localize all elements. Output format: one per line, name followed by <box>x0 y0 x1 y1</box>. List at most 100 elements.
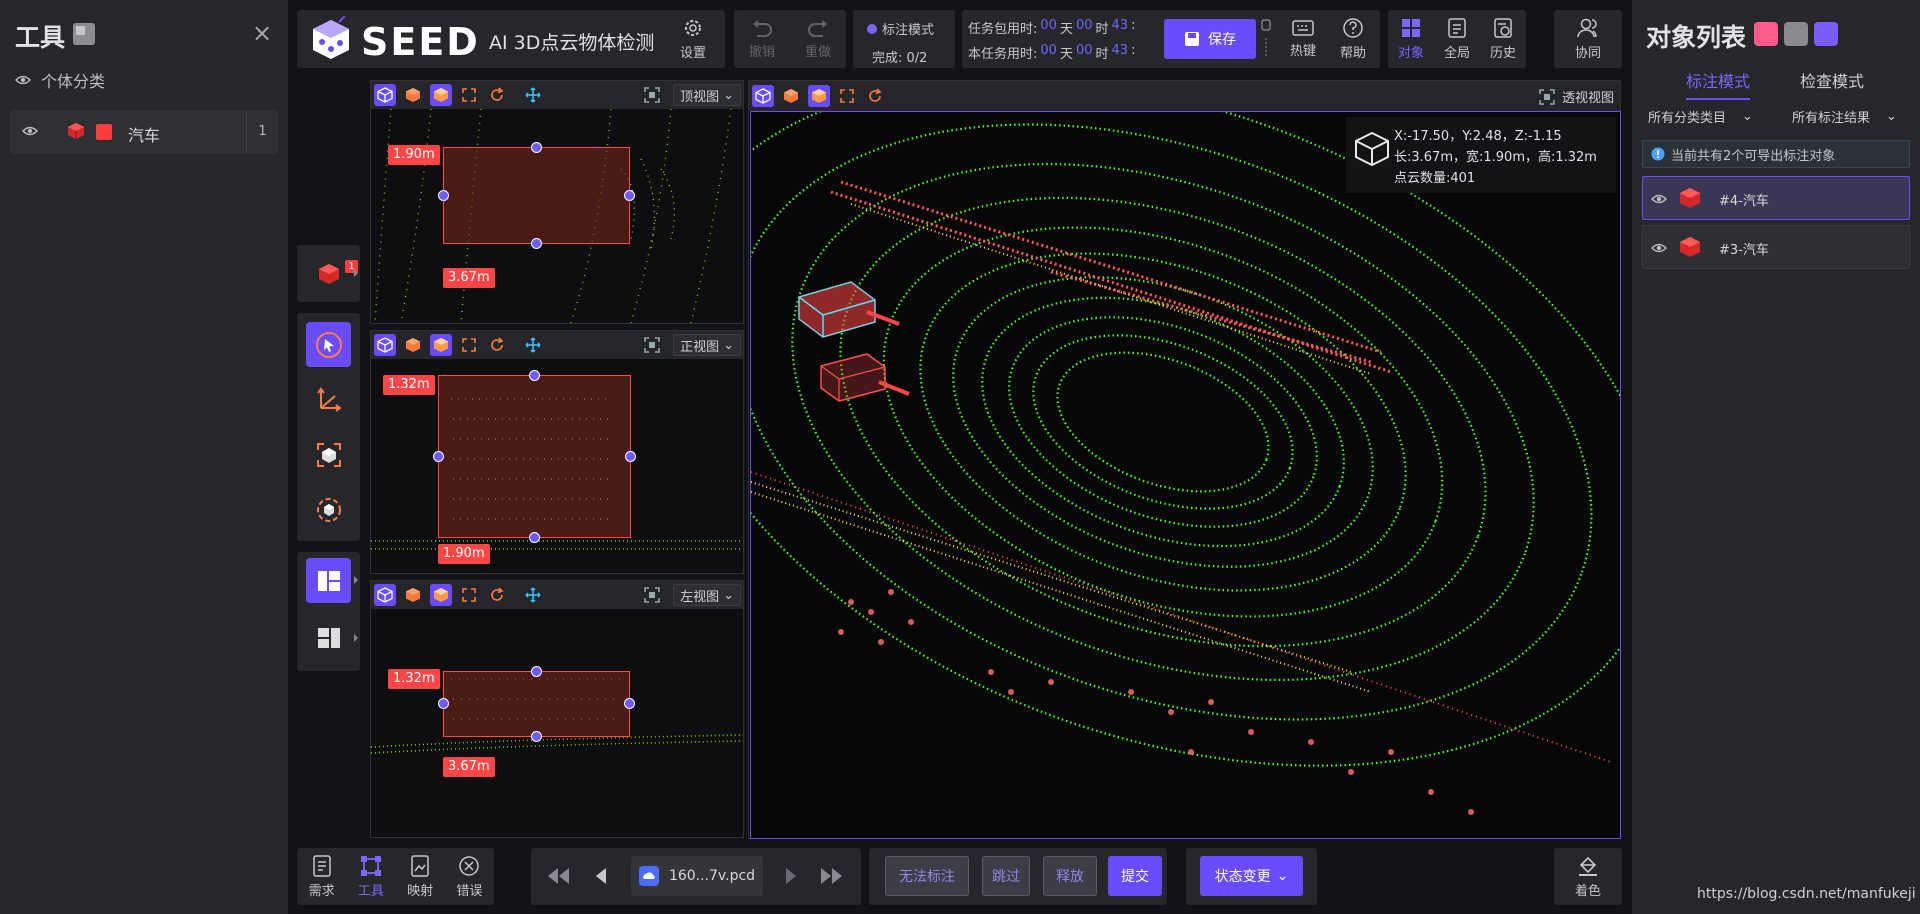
resize-handle[interactable] <box>433 451 444 462</box>
refresh-button[interactable] <box>486 334 508 356</box>
resize-handle[interactable] <box>438 698 449 709</box>
object-item[interactable]: #4-汽车 <box>1642 176 1910 220</box>
color-button[interactable]: 着色 <box>1554 848 1622 905</box>
wire-cube-button[interactable] <box>374 84 396 106</box>
category-row[interactable]: 个体分类 <box>15 69 105 91</box>
object-item[interactable]: #3-汽车 <box>1642 225 1910 269</box>
expand-arrow-icon[interactable] <box>354 576 358 584</box>
layout-b-button[interactable] <box>306 615 351 660</box>
fit-button[interactable] <box>458 334 480 356</box>
refresh-button[interactable] <box>486 584 508 606</box>
select-tool-button[interactable] <box>306 322 351 367</box>
error-button[interactable]: 错误 <box>456 855 482 899</box>
first-frame-icon[interactable] <box>545 866 571 886</box>
shaded-cube-button[interactable] <box>430 584 452 606</box>
shaded-cube-button[interactable] <box>430 84 452 106</box>
collab-button[interactable]: 协同 <box>1575 17 1601 61</box>
submit-button[interactable]: 提交 <box>1108 856 1162 896</box>
last-frame-icon[interactable] <box>819 866 845 886</box>
panel-toggle-icon[interactable] <box>72 22 96 46</box>
tab-label-mode[interactable]: 标注模式 <box>1686 68 1751 100</box>
wire-cube-button[interactable] <box>374 334 396 356</box>
color-swatch[interactable] <box>96 124 112 140</box>
fit-button[interactable] <box>458 584 480 606</box>
resize-handle[interactable] <box>531 731 542 742</box>
palette-icon[interactable] <box>1754 22 1778 46</box>
hotkey-button[interactable]: 热键 <box>1280 14 1326 64</box>
next-frame-icon[interactable] <box>783 866 799 886</box>
solid-cube-button[interactable] <box>402 334 424 356</box>
skip-button[interactable]: 跳过 <box>982 856 1030 896</box>
shaded-cube-button[interactable] <box>808 85 830 107</box>
class-item-car[interactable]: 汽车 1 <box>10 110 278 154</box>
eye-icon[interactable] <box>15 74 31 86</box>
tab-global[interactable]: 全局 <box>1444 17 1470 61</box>
axis-tool-button[interactable] <box>306 377 351 422</box>
tab-check-mode[interactable]: 检查模式 <box>1800 68 1864 92</box>
refresh-button[interactable] <box>864 85 886 107</box>
shaded-cube-button[interactable] <box>430 334 452 356</box>
cube-tool-button[interactable]: 1 <box>306 251 358 296</box>
undo-button[interactable]: 撤销 <box>749 18 775 60</box>
category-filter-select[interactable]: 所有分类类目 ⌄ <box>1648 100 1753 132</box>
perspective-title[interactable]: 透视视图 <box>1538 87 1614 106</box>
resize-handle[interactable] <box>529 370 540 381</box>
prev-frame-icon[interactable] <box>593 866 609 886</box>
status-change-button[interactable]: 状态变更 ⌄ <box>1200 856 1303 896</box>
expand-arrow-icon[interactable] <box>354 634 358 642</box>
rotate-tool-button[interactable] <box>306 487 351 532</box>
layout-a-button[interactable] <box>306 558 351 603</box>
wire-cube-button[interactable] <box>752 85 774 107</box>
solid-cube-button[interactable] <box>402 84 424 106</box>
resize-handle[interactable] <box>529 532 540 543</box>
refresh-button[interactable] <box>486 84 508 106</box>
perspective-canvas[interactable]: X:-17.50，Y:2.48，Z:-1.15 长:3.67m，宽:1.90m，… <box>750 111 1621 839</box>
resize-handle[interactable] <box>531 666 542 677</box>
cannot-label-button[interactable]: 无法标注 <box>885 856 969 896</box>
resize-handle[interactable] <box>624 190 635 201</box>
resize-handle[interactable] <box>625 451 636 462</box>
fit-box-tool-button[interactable] <box>306 432 351 477</box>
view-select[interactable]: 左视图 ⌄ <box>673 584 741 606</box>
save-button[interactable]: 保存 <box>1164 19 1256 59</box>
eye-icon[interactable] <box>1651 192 1667 206</box>
requirement-button[interactable]: 需求 <box>309 854 335 899</box>
tag-icon[interactable] <box>1814 22 1838 46</box>
lock-icon[interactable] <box>1261 16 1271 62</box>
resize-handle[interactable] <box>624 698 635 709</box>
focus-icon[interactable] <box>643 86 661 104</box>
move-button[interactable] <box>522 84 544 106</box>
tab-history[interactable]: 历史 <box>1490 17 1516 61</box>
square-icon[interactable] <box>1784 22 1808 46</box>
bbox-front[interactable] <box>438 375 631 538</box>
eye-icon[interactable] <box>22 124 38 138</box>
resize-handle[interactable] <box>531 238 542 249</box>
bbox-side[interactable] <box>443 671 630 737</box>
tools-button[interactable]: 工具 <box>358 855 384 899</box>
move-button[interactable] <box>522 334 544 356</box>
file-name-box[interactable]: 160...7v.pcd <box>631 856 763 896</box>
expand-arrow-icon[interactable] <box>354 269 358 277</box>
close-icon[interactable]: × <box>249 20 275 46</box>
release-button[interactable]: 释放 <box>1043 856 1097 896</box>
bbox-top[interactable] <box>443 147 630 244</box>
resize-handle[interactable] <box>531 142 542 153</box>
view-select[interactable]: 顶视图 ⌄ <box>673 84 741 106</box>
resize-handle[interactable] <box>438 190 449 201</box>
eye-icon[interactable] <box>1651 241 1667 255</box>
move-button[interactable] <box>522 584 544 606</box>
tab-objects[interactable]: 对象 <box>1398 17 1424 61</box>
result-filter-select[interactable]: 所有标注结果 ⌄ <box>1792 100 1897 132</box>
solid-cube-button[interactable] <box>402 584 424 606</box>
redo-button[interactable]: 重做 <box>805 18 831 60</box>
help-button[interactable]: 帮助 <box>1330 14 1376 64</box>
wire-cube-button[interactable] <box>374 584 396 606</box>
fit-button[interactable] <box>458 84 480 106</box>
settings-button[interactable]: 设置 <box>667 14 719 64</box>
focus-icon[interactable] <box>643 336 661 354</box>
mapping-button[interactable]: 映射 <box>407 854 433 899</box>
focus-icon[interactable] <box>643 586 661 604</box>
fit-button[interactable] <box>836 85 858 107</box>
solid-cube-button[interactable] <box>780 85 802 107</box>
view-select[interactable]: 正视图 ⌄ <box>673 334 741 356</box>
